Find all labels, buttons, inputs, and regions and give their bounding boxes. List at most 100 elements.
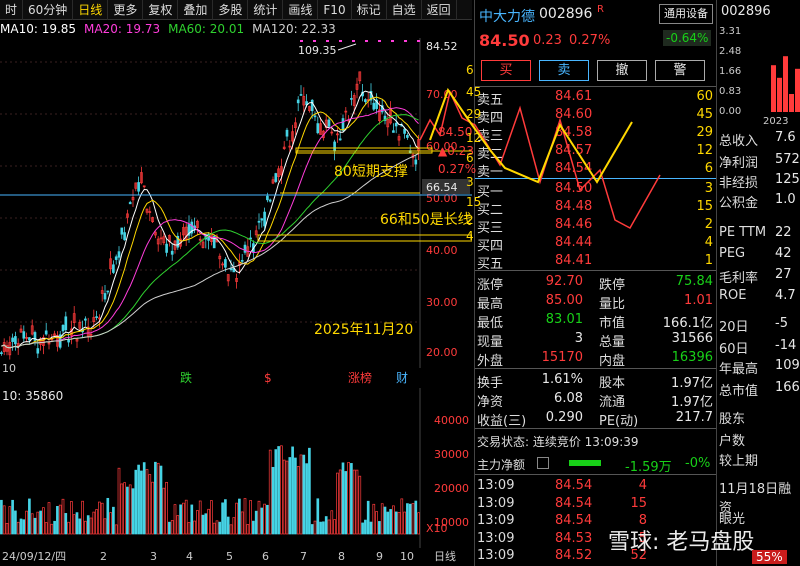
stat-value: 85.00 bbox=[545, 293, 583, 308]
signal-dot bbox=[313, 40, 316, 42]
toolbar-item-12[interactable]: 返回 bbox=[422, 0, 457, 20]
toolbar-item-3[interactable]: 更多 bbox=[108, 0, 144, 20]
stat-label: 内盘 bbox=[599, 354, 626, 369]
volume-bar bbox=[218, 521, 222, 535]
bid-row[interactable]: 买二 84.48 15 bbox=[475, 198, 717, 218]
toolbar-item-11[interactable]: 自选 bbox=[387, 0, 422, 20]
ask-row[interactable]: 卖一 84.54 6 bbox=[475, 160, 717, 180]
watermark: 雪球: 老马盘股 bbox=[608, 530, 755, 555]
alert-button[interactable]: 警 bbox=[655, 60, 705, 81]
ask-row[interactable]: 卖四 84.60 45 bbox=[475, 106, 717, 126]
candle-body bbox=[117, 251, 121, 258]
trade-time: 13:09 bbox=[477, 548, 515, 563]
volume-bar bbox=[397, 512, 401, 535]
sector-change: -0.64% bbox=[663, 30, 712, 46]
candle-body bbox=[260, 218, 264, 221]
stat-value: 92.70 bbox=[545, 274, 583, 289]
toolbar-item-6[interactable]: 多股 bbox=[213, 0, 249, 20]
volume-bar bbox=[302, 454, 306, 535]
bid-price: 84.44 bbox=[555, 235, 593, 250]
side-label: 总收入 bbox=[719, 134, 759, 149]
side-value: 4.7 bbox=[775, 288, 796, 303]
candle-body bbox=[394, 122, 398, 127]
bid-row[interactable]: 买四 84.44 4 bbox=[475, 234, 717, 254]
volume-bar bbox=[44, 522, 48, 535]
ask-row[interactable]: 卖三 84.58 29 bbox=[475, 124, 717, 144]
sector-settings-button[interactable]: 通用设备 bbox=[659, 4, 713, 24]
toolbar-item-2[interactable]: 日线 bbox=[73, 0, 109, 20]
stat-label: 跌停 bbox=[599, 278, 626, 293]
buy-button[interactable]: 买 bbox=[481, 60, 531, 81]
volume-bar bbox=[140, 470, 143, 535]
toolbar-item-4[interactable]: 复权 bbox=[143, 0, 179, 20]
volume-tick-label: 30000 bbox=[434, 448, 469, 461]
volume-bar bbox=[280, 445, 283, 535]
toolbar-item-1[interactable]: 60分钟 bbox=[23, 0, 74, 20]
stat-value: 217.7 bbox=[675, 410, 713, 425]
bid-price: 84.46 bbox=[555, 217, 593, 232]
toolbar-item-9[interactable]: F10 bbox=[318, 0, 352, 20]
side-bar bbox=[795, 68, 800, 112]
bid-row[interactable]: 买五 84.41 1 bbox=[475, 252, 717, 272]
volume-bar bbox=[106, 497, 110, 535]
sell-button[interactable]: 卖 bbox=[539, 60, 589, 81]
main-net-toggle-icon[interactable] bbox=[537, 457, 549, 469]
candle-body bbox=[67, 339, 70, 343]
volume-bar bbox=[8, 506, 12, 535]
volume-bar bbox=[114, 524, 118, 535]
volume-bar bbox=[277, 446, 280, 535]
volume-bar bbox=[260, 507, 264, 535]
volume-bar bbox=[350, 463, 353, 535]
volume-bar bbox=[254, 510, 258, 535]
stats2-row: 收益(三) 0.290 PE(动) 217.7 bbox=[475, 409, 717, 429]
volume-bar bbox=[207, 508, 210, 535]
trade-price: 84.54 bbox=[555, 513, 593, 528]
stock-terminal: 时 60分钟 日线 更多 复权 叠加 多股 统计 画线 F10 标记 自选 返回 MA10: 19.85… bbox=[0, 0, 800, 566]
stat-label: 最高 bbox=[477, 297, 504, 312]
volume-bar bbox=[310, 524, 314, 535]
volume-bar bbox=[355, 469, 359, 535]
toolbar-item-8[interactable]: 画线 bbox=[283, 0, 319, 20]
y-tick-label: 40.00 bbox=[426, 244, 458, 257]
stat-value: 1.01 bbox=[684, 293, 713, 308]
volume-tick-label: X10 bbox=[426, 522, 448, 535]
volume-bar bbox=[120, 483, 124, 535]
stat-label: 收益(三) bbox=[477, 414, 527, 429]
bid-row[interactable]: 买三 84.46 2 bbox=[475, 216, 717, 236]
ask-row[interactable]: 卖二 84.57 12 bbox=[475, 142, 717, 162]
main-net-value: -1.59万 bbox=[625, 460, 672, 475]
cancel-order-button[interactable]: 撤 bbox=[597, 60, 647, 81]
side-tick-label: 0.00 bbox=[719, 106, 741, 117]
high-pointer bbox=[337, 43, 357, 51]
toolbar-item-5[interactable]: 叠加 bbox=[178, 0, 214, 20]
volume-chart[interactable]: 10: 3586040000300002000010000X1024/09/12… bbox=[0, 388, 472, 566]
stock-code: 002896 bbox=[539, 6, 593, 22]
volume-bar bbox=[358, 475, 362, 535]
main-net-bar bbox=[569, 460, 601, 466]
volume-bar bbox=[170, 520, 174, 535]
volume-bar bbox=[179, 504, 182, 535]
price-change: 0.23 bbox=[533, 33, 562, 48]
candle-body bbox=[341, 118, 345, 131]
ask-row[interactable]: 卖五 84.61 60 bbox=[475, 88, 717, 108]
side-label: 净利润 bbox=[719, 156, 759, 171]
bid-row[interactable]: 买一 84.50 3 bbox=[475, 180, 717, 200]
toolbar-item-7[interactable]: 统计 bbox=[248, 0, 284, 20]
stat-label: 外盘 bbox=[477, 354, 504, 369]
signal-dot bbox=[378, 40, 381, 42]
left-date-label: 10 bbox=[2, 362, 16, 375]
toolbar-item-10[interactable]: 标记 bbox=[352, 0, 387, 20]
volume-bar bbox=[58, 504, 62, 535]
volume-bar bbox=[39, 510, 42, 535]
side-value: 7.6 bbox=[775, 130, 796, 145]
trade-time: 13:09 bbox=[477, 495, 515, 511]
candle-body bbox=[338, 138, 342, 141]
stock-tag: R bbox=[597, 4, 604, 15]
toolbar-item-0[interactable]: 时 bbox=[0, 0, 24, 20]
stat-label: 流通 bbox=[599, 395, 626, 410]
price-chart[interactable]: 84.5270.0060.0050.0040.0030.0020.00109.3… bbox=[0, 38, 472, 376]
ma10-label: MA10: 19.85 bbox=[0, 22, 77, 36]
volume-bar bbox=[308, 447, 311, 535]
volume-bar bbox=[291, 446, 294, 535]
volume-bar bbox=[369, 521, 373, 535]
